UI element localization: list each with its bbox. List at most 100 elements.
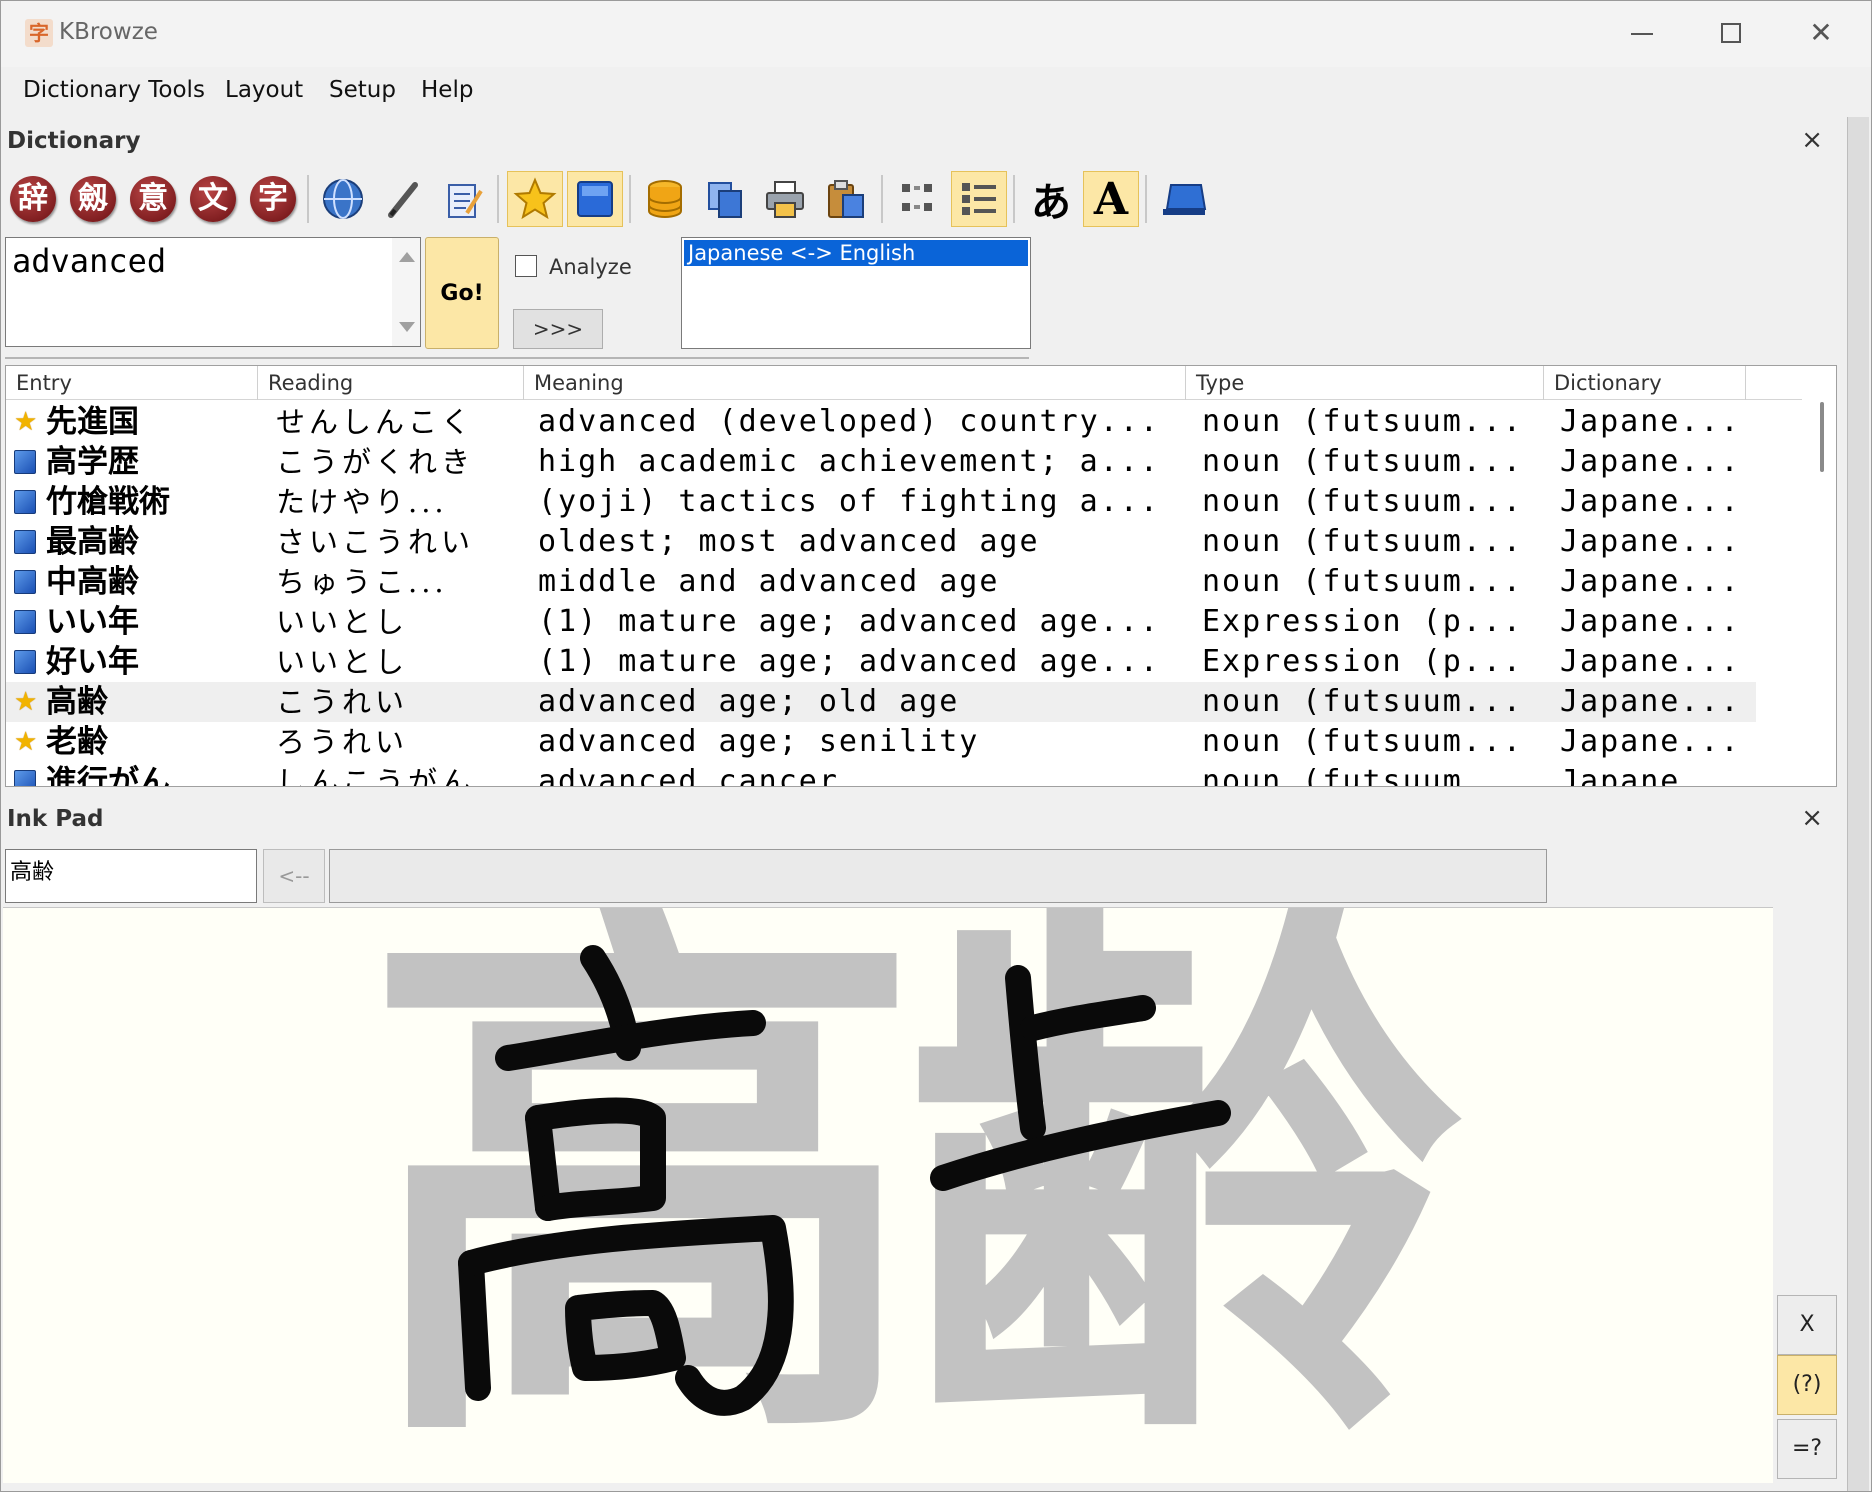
- reading-cell: こうがくれき: [276, 445, 475, 479]
- column-dictionary[interactable]: Dictionary: [1544, 366, 1746, 400]
- menu-setup[interactable]: Setup: [329, 77, 396, 103]
- candidate-bar[interactable]: [329, 849, 1547, 903]
- web-search-button[interactable]: [315, 171, 371, 227]
- reading-cell: たけやり...: [276, 485, 448, 519]
- table-row[interactable]: ★ 先進国 せんしんこく advanced (developed) country..…: [6, 402, 1756, 442]
- table-row[interactable]: 最高齢 さいこうれい oldest; most advanced age noun (…: [6, 522, 1756, 562]
- entry-cell: 高学歴: [46, 444, 139, 480]
- entry-cell: 竹槍戦術: [46, 484, 170, 520]
- menu-help[interactable]: Help: [421, 77, 473, 103]
- clear-ink-button[interactable]: X: [1777, 1295, 1837, 1355]
- dictionary-cell: Japane...: [1560, 604, 1741, 639]
- paste-button[interactable]: [817, 171, 873, 227]
- dictionary-panel-header: Dictionary ×: [1, 119, 1841, 165]
- inkpad-result-field[interactable]: 高齢: [5, 849, 257, 903]
- notes-button[interactable]: [435, 171, 491, 227]
- list-view-button[interactable]: [951, 171, 1007, 227]
- entry-cell: いい年: [46, 604, 139, 640]
- word-dictionary-icon: 辞: [10, 176, 56, 222]
- drawing-canvas[interactable]: 高齢: [3, 907, 1773, 1483]
- maximize-icon: [1721, 23, 1741, 43]
- window-scrollbar[interactable]: [1847, 117, 1869, 1491]
- book-icon: [14, 490, 36, 514]
- scroll-up-icon: [399, 252, 415, 262]
- analyze-label: Analyze: [549, 255, 632, 279]
- search-scrollbar[interactable]: [392, 238, 420, 346]
- meaning-cell: (yoji) tactics of fighting a...: [538, 484, 1160, 519]
- inkpad-panel-close-button[interactable]: ×: [1801, 803, 1823, 833]
- menu-dictionary-tools[interactable]: Dictionary Tools: [23, 77, 205, 103]
- meaning-button[interactable]: 意: [125, 171, 181, 227]
- word-dictionary-button[interactable]: 辞: [5, 171, 61, 227]
- hiragana-icon: あ: [1031, 180, 1071, 226]
- dictionary-selector[interactable]: Japanese <-> English: [681, 237, 1031, 349]
- table-row[interactable]: ★ 高齢 こうれい advanced age; old age noun (futsuu…: [6, 682, 1756, 722]
- go-button[interactable]: Go!: [425, 237, 499, 349]
- grid-view-button[interactable]: [891, 171, 947, 227]
- meaning-cell: advanced (developed) country...: [538, 404, 1160, 439]
- sentence-button[interactable]: 文: [185, 171, 241, 227]
- font-button[interactable]: A: [1083, 171, 1139, 227]
- table-row[interactable]: 中高齢 ちゅうこ... middle and advanced age noun (f…: [6, 562, 1756, 602]
- table-row[interactable]: ★ 老齢 ろうれい advanced age; senility noun (futsu…: [6, 722, 1756, 762]
- column-reading[interactable]: Reading: [258, 366, 524, 400]
- display-button[interactable]: [1155, 171, 1211, 227]
- column-meaning[interactable]: Meaning: [524, 366, 1186, 400]
- search-query-text: advanced: [12, 242, 167, 280]
- entry-cell: 中高齢: [46, 564, 139, 600]
- table-row[interactable]: 好い年 いいとし (1) mature age; advanced age... Ex…: [6, 642, 1756, 682]
- backspace-button[interactable]: <--: [263, 849, 325, 903]
- ink-strokes: [458, 945, 1231, 1416]
- reading-cell: いいとし: [276, 645, 409, 679]
- search-input[interactable]: advanced: [5, 237, 421, 347]
- print-button[interactable]: [757, 171, 813, 227]
- kanji-search-button[interactable]: 劔: [65, 171, 121, 227]
- entry-cell: 先進国: [46, 404, 139, 440]
- dictionary-option[interactable]: Japanese <-> English: [684, 240, 1028, 266]
- book-icon: [14, 650, 36, 674]
- scrollbar-thumb[interactable]: [1820, 402, 1824, 472]
- close-window-button[interactable]: ✕: [1791, 13, 1851, 53]
- splitter[interactable]: [5, 357, 1029, 359]
- recognize-button[interactable]: (?): [1777, 1355, 1837, 1415]
- kanji-button[interactable]: 字: [245, 171, 301, 227]
- clipboard-icon: [828, 180, 864, 218]
- dictionary-cell: Japane...: [1560, 444, 1741, 479]
- entry-cell: 老齢: [46, 724, 108, 760]
- sentence-icon: 文: [190, 176, 236, 222]
- table-row[interactable]: 進行がん しんこうがん advanced cancer noun (futsuum..…: [6, 762, 1756, 786]
- ink-stroke: [565, 1290, 686, 1381]
- dictionary-panel-close-button[interactable]: ×: [1801, 125, 1823, 155]
- table-row[interactable]: いい年 いいとし (1) mature age; advanced age... Ex…: [6, 602, 1756, 642]
- match-button[interactable]: =?: [1777, 1419, 1837, 1479]
- star-icon: ★: [14, 727, 38, 757]
- book-icon: [14, 570, 36, 594]
- dictionary-cell: Japane...: [1560, 484, 1741, 519]
- scroll-down-icon: [399, 322, 415, 332]
- database-button[interactable]: [637, 171, 693, 227]
- copy-button[interactable]: [697, 171, 753, 227]
- menu-layout[interactable]: Layout: [225, 77, 303, 103]
- database-icon: [648, 180, 682, 218]
- analyze-checkbox[interactable]: [515, 255, 537, 277]
- kana-button[interactable]: あ: [1023, 171, 1079, 227]
- minimize-button[interactable]: [1611, 13, 1671, 53]
- toolbar-separator: [1013, 175, 1015, 223]
- book-icon: [14, 450, 36, 474]
- app-logo-icon: 字: [25, 19, 53, 47]
- toolbar-separator: [881, 175, 883, 223]
- dictionary-cell: Japane...: [1560, 724, 1741, 759]
- column-type[interactable]: Type: [1186, 366, 1544, 400]
- dictionary-cell: Japane...: [1560, 404, 1741, 439]
- reading-cell: ろうれい: [276, 725, 409, 759]
- table-row[interactable]: 高学歴 こうがくれき high academic achievement; a...…: [6, 442, 1756, 482]
- dictionary-book-button[interactable]: [567, 171, 623, 227]
- column-entry[interactable]: Entry: [6, 366, 258, 400]
- table-scrollbar[interactable]: [1808, 366, 1836, 786]
- more-options-button[interactable]: >>>: [513, 309, 603, 349]
- handwriting-button[interactable]: [375, 171, 431, 227]
- favorites-button[interactable]: [507, 171, 563, 227]
- table-row[interactable]: 竹槍戦術 たけやり... (yoji) tactics of fighting a.…: [6, 482, 1756, 522]
- book-icon: [14, 450, 38, 474]
- maximize-button[interactable]: [1701, 13, 1761, 53]
